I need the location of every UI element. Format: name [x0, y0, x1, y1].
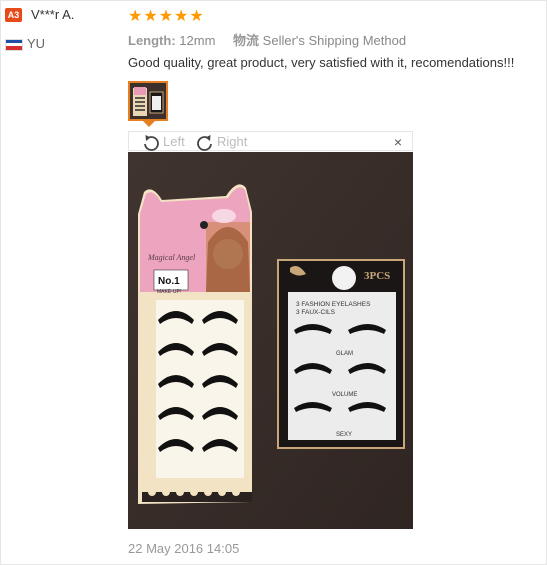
rotate-left-icon [144, 134, 159, 151]
flag-icon [5, 38, 23, 51]
reviewer-info: A3 V***r A. YU [5, 6, 120, 51]
rotate-left-button[interactable]: Left [141, 132, 185, 152]
attr-key-length: Length: [128, 33, 176, 48]
thumbnail-pointer [143, 121, 155, 127]
lash-label-3: SEXY [336, 432, 352, 438]
reviewer-name: V***r A. [31, 7, 75, 22]
attr-key-shipping: 物流 [233, 33, 260, 48]
product-attributes: Length: 12mm 物流 Seller's Shipping Method [128, 30, 420, 49]
photo-viewer-toolbar: Left Right × [128, 131, 413, 151]
pcs-label: 3PCS [364, 270, 390, 282]
rotate-right-label: Right [217, 134, 248, 149]
box-line2: 3 FAUX-CILS [296, 309, 336, 316]
reviewer-country: YU [5, 36, 45, 51]
review-date: 22 May 2016 14:05 [128, 541, 240, 556]
lash-label-1: GLAM [336, 351, 353, 357]
review-photo-thumbnail[interactable] [128, 81, 168, 121]
left-eyelash-box: Magical Angel No.1 MAKE-UP! [138, 184, 252, 504]
attr-value-shipping: Seller's Shipping Method [262, 33, 407, 48]
box-sub-text: MAKE-UP! [157, 289, 181, 295]
thumbnail-image [130, 83, 166, 119]
review-photo: Magical Angel No.1 MAKE-UP! 3PCS 3 FASHI… [128, 152, 413, 529]
attr-value-length: 12mm [179, 33, 216, 48]
star-rating: ★★★★★ [128, 8, 205, 25]
buyer-level-badge: A3 [5, 7, 22, 22]
rotate-right-icon [197, 134, 212, 151]
box-brand-text: Magical Angel [147, 253, 196, 262]
box-line1: 3 FASHION EYELASHES [296, 301, 371, 308]
right-eyelash-box: 3PCS 3 FASHION EYELASHES 3 FAUX-CILS GLA… [277, 259, 405, 449]
country-code: YU [27, 36, 46, 51]
box-model-text: No.1 [158, 276, 180, 287]
lash-label-2: VOLUME [332, 392, 357, 398]
rotate-left-label: Left [163, 134, 185, 149]
review-text: Good quality, great product, very satisf… [128, 55, 515, 70]
close-viewer-button[interactable]: × [394, 132, 402, 152]
rotate-right-button[interactable]: Right [195, 132, 247, 152]
product-photo: Magical Angel No.1 MAKE-UP! 3PCS 3 FASHI… [128, 152, 413, 529]
